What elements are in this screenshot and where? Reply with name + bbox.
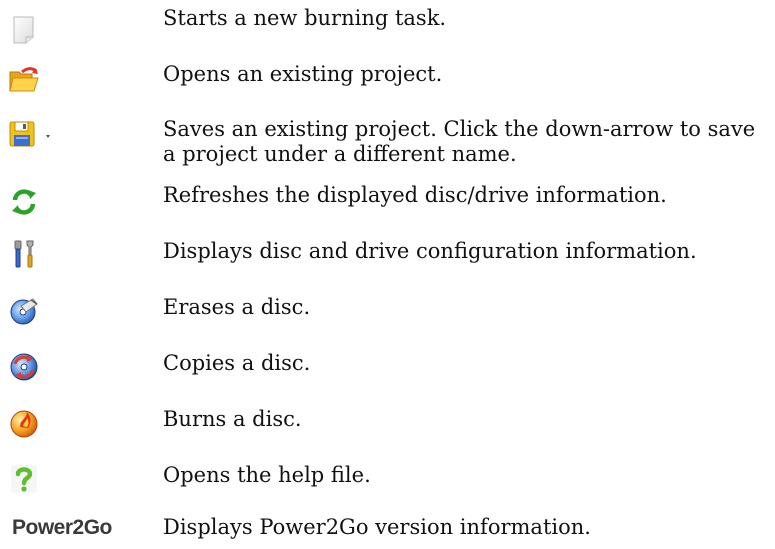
toolbar-reference-page: Starts a new burning task. Opens an exis… — [0, 0, 775, 549]
erase-disc-icon[interactable] — [8, 295, 40, 327]
tools-icon[interactable] — [8, 238, 40, 270]
about-description: Displays Power2Go version information. — [163, 515, 591, 539]
burn-description: Burns a disc. — [163, 407, 302, 431]
help-description: Opens the help file. — [163, 463, 371, 487]
new-document-icon[interactable] — [8, 14, 40, 46]
refresh-icon[interactable] — [8, 186, 40, 218]
burn-disc-icon[interactable] — [8, 407, 40, 439]
copy-description: Copies a disc. — [163, 351, 311, 375]
power2go-logo[interactable]: Power2Go — [12, 516, 112, 540]
tools-description: Displays disc and drive configuration in… — [163, 239, 697, 263]
open-folder-icon[interactable] — [8, 64, 40, 96]
open-description: Opens an existing project. — [163, 62, 443, 86]
help-icon[interactable] — [8, 463, 40, 495]
save-icon[interactable] — [8, 118, 60, 150]
save-description: Saves an existing project. Click the dow… — [163, 117, 756, 166]
copy-disc-icon[interactable] — [8, 351, 40, 383]
refresh-description: Refreshes the displayed disc/drive infor… — [163, 183, 667, 207]
new-description: Starts a new burning task. — [163, 6, 447, 30]
erase-description: Erases a disc. — [163, 295, 311, 319]
